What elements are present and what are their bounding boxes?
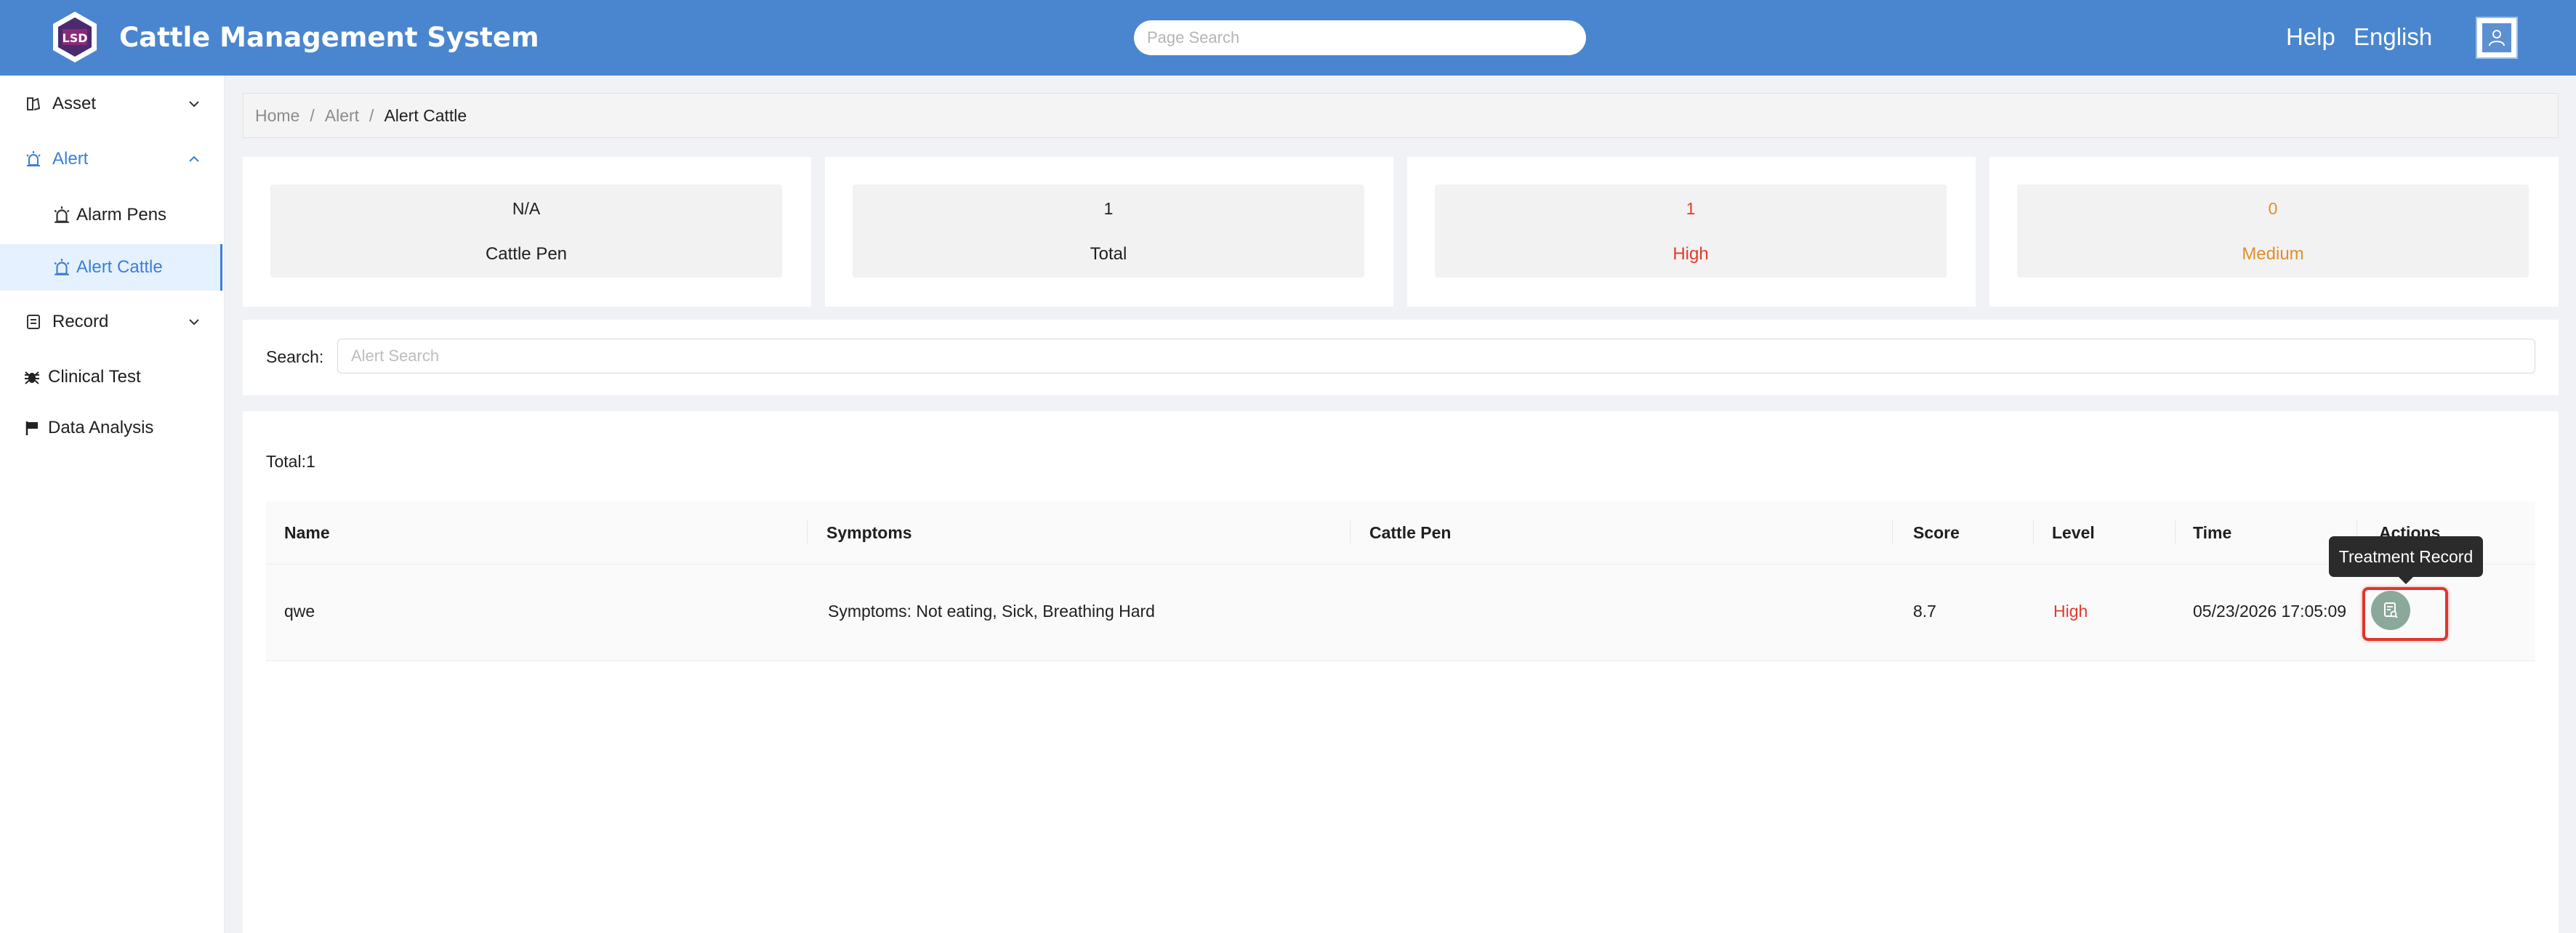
- stat-value: 1: [1686, 199, 1696, 218]
- chevron-up-icon: [189, 156, 199, 162]
- stat-label: Cattle Pen: [485, 244, 568, 264]
- column-divider: [1892, 520, 1893, 544]
- stat-label: Medium: [2242, 244, 2304, 264]
- flag-icon: [23, 419, 41, 437]
- language-selector[interactable]: English: [2354, 23, 2432, 51]
- sidebar-item-label: Asset: [52, 94, 97, 113]
- column-divider: [807, 520, 808, 544]
- cell-level: High: [2053, 602, 2088, 621]
- top-header: LSD Cattle Management System Help Englis…: [0, 0, 2576, 76]
- alert-table-panel: Total:1 Name Symptoms Cattle Pen Score L…: [243, 411, 2559, 933]
- breadcrumb-separator: /: [310, 105, 315, 125]
- sidebar-item-clinical-test[interactable]: Clinical Test: [0, 352, 222, 403]
- sidebar-item-label: Alarm Pens: [76, 205, 167, 225]
- stat-box: N/A Cattle Pen: [270, 185, 782, 278]
- stat-value: 0: [2268, 199, 2278, 218]
- stat-value: 1: [1103, 199, 1114, 218]
- tooltip: Treatment Record: [2329, 536, 2483, 584]
- stat-card-cattle-pen: N/A Cattle Pen: [243, 157, 811, 307]
- column-header-name: Name: [284, 523, 330, 542]
- sidebar-item-label: Alert: [52, 149, 89, 169]
- sidebar-item-asset[interactable]: Asset: [0, 78, 222, 129]
- page-search-input[interactable]: [1134, 20, 1586, 55]
- bug-icon: [23, 368, 41, 386]
- column-header-symptoms: Symptoms: [826, 523, 912, 542]
- sidebar: Asset Alert Alarm Pens Alert Cattle Reco…: [0, 76, 225, 933]
- stat-label: Total: [1090, 244, 1127, 264]
- sidebar-item-label: Record: [52, 312, 109, 331]
- breadcrumb-separator: /: [369, 105, 374, 125]
- cell-name: qwe: [284, 602, 315, 621]
- stat-card-high: 1 High: [1407, 157, 1976, 307]
- sidebar-item-label: Clinical Test: [48, 367, 141, 387]
- alert-search-input[interactable]: [337, 339, 2535, 373]
- sidebar-item-label: Alert Cattle: [76, 257, 163, 277]
- column-header-time: Time: [2193, 523, 2232, 542]
- column-divider: [1350, 520, 1351, 544]
- table-header: Name Symptoms Cattle Pen Score Level Tim…: [266, 501, 2535, 565]
- column-header-score: Score: [1913, 523, 1960, 542]
- sidebar-item-data-analysis[interactable]: Data Analysis: [0, 403, 222, 453]
- svg-text:LSD: LSD: [63, 31, 88, 45]
- chevron-down-icon: [189, 101, 199, 108]
- app-title: Cattle Management System: [119, 22, 539, 53]
- stat-box: 1 Total: [853, 185, 1364, 278]
- sidebar-item-record[interactable]: Record: [0, 296, 222, 347]
- sidebar-item-alert[interactable]: Alert: [0, 134, 222, 185]
- asset-icon: [25, 95, 42, 113]
- cell-symptoms: Symptoms: Not eating, Sick, Breathing Ha…: [828, 602, 1155, 621]
- alarm-icon: [54, 259, 70, 275]
- chevron-down-icon: [189, 319, 199, 326]
- user-icon: [2489, 30, 2505, 47]
- breadcrumb-home[interactable]: Home: [255, 106, 299, 126]
- search-label: Search:: [266, 347, 324, 366]
- sidebar-item-alarm-pens[interactable]: Alarm Pens: [0, 192, 222, 238]
- search-panel: Search:: [243, 320, 2559, 395]
- record-icon: [25, 313, 42, 331]
- stat-card-medium: 0 Medium: [1989, 157, 2559, 307]
- sidebar-item-label: Data Analysis: [48, 418, 154, 437]
- app-logo[interactable]: LSD: [51, 10, 99, 64]
- help-link[interactable]: Help: [2286, 23, 2335, 51]
- alarm-icon: [54, 206, 70, 223]
- breadcrumb: Home / Alert / Alert Cattle: [243, 93, 2559, 138]
- total-count: Total:1: [266, 452, 315, 471]
- stat-label: High: [1673, 244, 1709, 264]
- column-divider: [2033, 520, 2034, 544]
- column-header-level: Level: [2052, 523, 2095, 542]
- stat-card-total: 1 Total: [825, 157, 1393, 307]
- highlight-box: [2362, 587, 2448, 641]
- alarm-icon: [25, 150, 42, 168]
- cell-time: 05/23/2026 17:05:09: [2193, 602, 2347, 621]
- stat-value: N/A: [512, 199, 541, 218]
- cell-score: 8.7: [1913, 602, 1936, 621]
- stat-box: 0 Medium: [2017, 185, 2529, 278]
- breadcrumb-alert[interactable]: Alert: [325, 106, 359, 126]
- table-row[interactable]: qwe Symptoms: Not eating, Sick, Breathin…: [266, 565, 2535, 661]
- stat-box: 1 High: [1435, 185, 1947, 278]
- user-avatar-button[interactable]: [2476, 17, 2518, 59]
- breadcrumb-current: Alert Cattle: [384, 105, 467, 125]
- sidebar-item-alert-cattle[interactable]: Alert Cattle: [0, 244, 222, 291]
- column-header-cattle-pen: Cattle Pen: [1369, 523, 1452, 542]
